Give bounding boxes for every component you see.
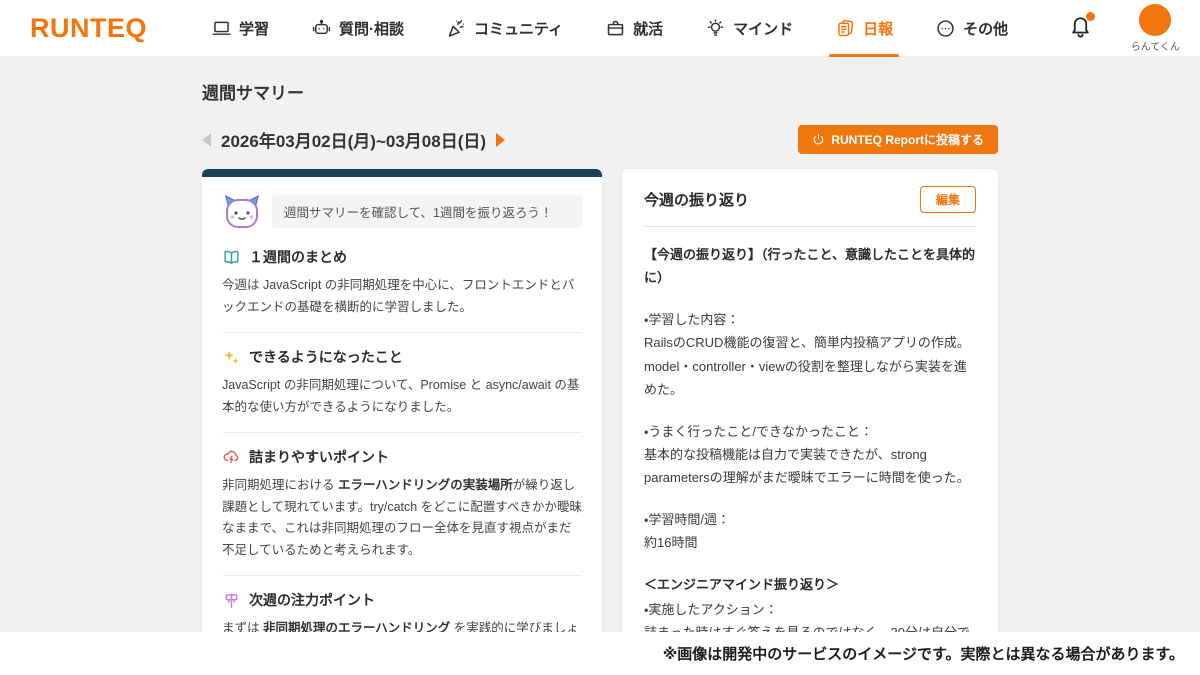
notification-dot	[1086, 12, 1095, 21]
card-accent-bar	[202, 169, 602, 177]
reflection-paragraph: ・学習時間/週： 約16時間	[644, 508, 976, 554]
user-menu[interactable]: らんてくん	[1131, 4, 1180, 53]
next-week-arrow[interactable]	[496, 133, 505, 147]
reflection-body: 【今週の振り返り】（行ったこと、意識したことを具体的に） ・学習した内容： Ra…	[644, 243, 976, 632]
reflection-paragraph: ・実施したアクション： 詰まった時はすぐ答えを見るのではなく、30分は自分で調べ…	[644, 598, 976, 633]
mascot-message: 週間サマリーを確認して、1週間を振り返ろう！	[272, 195, 582, 228]
section-title: １週間のまとめ	[249, 247, 347, 267]
section-achievements: できるようになったこと JavaScript の非同期処理について、Promis…	[222, 332, 582, 418]
reflection-paragraph: ・うまく行ったこと/できなかったこと： 基本的な投稿機能は自力で実装できたが、s…	[644, 420, 976, 489]
mascot-icon	[222, 193, 262, 229]
nav-label: 就活	[633, 18, 663, 39]
divider	[644, 226, 976, 227]
nav-label: マインド	[733, 18, 793, 39]
laptop-icon	[211, 18, 232, 39]
nav-item-others[interactable]: その他	[933, 0, 1010, 57]
section-next-week-focus: 次週の注力ポイント まずは 非同期処理のエラーハンドリング を実践的に学びましょ…	[222, 575, 582, 632]
main-nav: 学習 質問·相談 コミュニティ 就活 マインド 日報 その他	[209, 0, 1010, 57]
report-icon	[835, 18, 856, 39]
nav-label: 日報	[863, 18, 893, 39]
reflection-title: 今週の振り返り	[644, 189, 749, 210]
avatar	[1139, 4, 1171, 36]
nav-item-learning[interactable]: 学習	[209, 0, 271, 57]
power-icon	[812, 133, 825, 146]
page-title: 週間サマリー	[202, 79, 998, 104]
lightbulb-icon	[705, 18, 726, 39]
party-popper-icon	[446, 18, 467, 39]
robot-icon	[311, 18, 332, 39]
notification-bell-icon[interactable]	[1068, 13, 1093, 43]
storm-cloud-icon	[222, 448, 241, 467]
reflection-heading: ＜エンジニアマインド振り返り＞	[644, 573, 976, 596]
reflection-heading: 【今週の振り返り】（行ったこと、意識したことを具体的に）	[644, 243, 976, 289]
section-stumbling-points: 詰まりやすいポイント 非同期処理における エラーハンドリングの実装場所が繰り返し…	[222, 432, 582, 561]
section-title: 次週の注力ポイント	[249, 590, 375, 610]
topbar-right: らんてくん	[1068, 4, 1180, 53]
nav-label: 学習	[239, 18, 269, 39]
nav-item-daily-report[interactable]: 日報	[833, 0, 895, 57]
week-navigator: 2026年03月02日(月)~03月08日(日) RUNTEQ Reportに投…	[202, 125, 998, 154]
top-navigation-bar: RUNTEQ 学習 質問·相談 コミュニティ 就活 マインド 日報 その他	[0, 0, 1200, 57]
date-range: 2026年03月02日(月)~03月08日(日)	[221, 127, 486, 152]
nav-label: 質問·相談	[339, 18, 404, 39]
section-title: 詰まりやすいポイント	[249, 447, 389, 467]
disclaimer-text: ※画像は開発中のサービスのイメージです。実際とは異なる場合があります。	[663, 643, 1184, 664]
section-title: できるようになったこと	[249, 347, 403, 367]
signpost-icon	[222, 591, 241, 610]
main-area: 週間サマリー 2026年03月02日(月)~03月08日(日) RUNTEQ R…	[0, 57, 1200, 632]
runteq-logo[interactable]: RUNTEQ	[30, 13, 147, 44]
weekly-reflection-card: 今週の振り返り 編集 【今週の振り返り】（行ったこと、意識したことを具体的に） …	[622, 169, 998, 632]
section-weekly-recap: １週間のまとめ 今週は JavaScript の非同期処理を中心に、フロントエン…	[222, 245, 582, 318]
nav-item-mind[interactable]: マインド	[703, 0, 795, 57]
prev-week-arrow[interactable]	[202, 133, 211, 147]
user-name: らんてくん	[1131, 38, 1180, 53]
open-book-icon	[222, 248, 241, 267]
reflection-paragraph: ・学習した内容： RailsのCRUD機能の復習と、簡単内投稿アプリの作成。 m…	[644, 308, 976, 401]
edit-button[interactable]: 編集	[920, 186, 976, 213]
nav-item-questions[interactable]: 質問·相談	[309, 0, 406, 57]
nav-label: コミュニティ	[474, 18, 563, 39]
nav-item-jobhunt[interactable]: 就活	[603, 0, 665, 57]
sparkles-icon	[222, 348, 241, 367]
more-icon	[935, 18, 956, 39]
nav-item-community[interactable]: コミュニティ	[444, 0, 565, 57]
post-to-runteq-report-button[interactable]: RUNTEQ Reportに投稿する	[798, 125, 998, 154]
briefcase-icon	[605, 18, 626, 39]
nav-label: その他	[963, 18, 1008, 39]
weekly-summary-card: 週間サマリーを確認して、1週間を振り返ろう！ １週間のまとめ 今週は JavaS…	[202, 169, 602, 632]
footer: ※画像は開発中のサービスのイメージです。実際とは異なる場合があります。	[0, 632, 1200, 675]
